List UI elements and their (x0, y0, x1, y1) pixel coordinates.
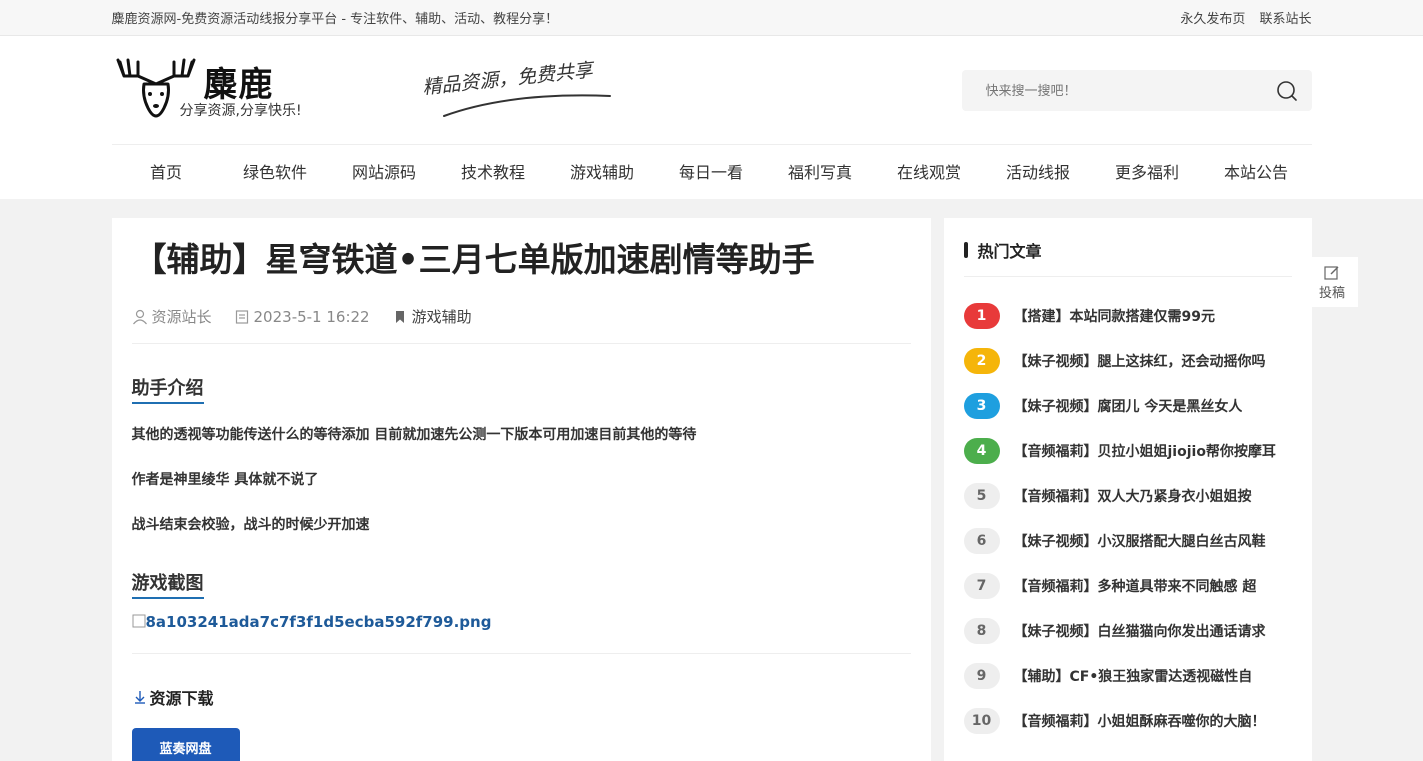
download-section-title: 资源下载 (132, 685, 911, 709)
nav-home[interactable]: 首页 (112, 145, 221, 199)
list-item: 1 【搭建】本站同款搭建仅需99元 (963, 293, 1292, 338)
nav-photos[interactable]: 福利写真 (766, 145, 875, 199)
article-content: 助手介绍 其他的透视等功能传送什么的等待添加 目前就加速先公测一下版本可用加速目… (131, 344, 911, 761)
category[interactable]: 游戏辅助 (392, 306, 472, 327)
article-meta: 资源站长 2023-5-1 16:22 游戏辅助 (131, 306, 911, 344)
contact-admin-link[interactable]: 联系站长 (1259, 12, 1311, 27)
user-icon (132, 309, 147, 324)
nav-daily[interactable]: 每日一看 (657, 145, 766, 199)
hot-article-link[interactable]: 【妹子视频】白丝猫猫向你发出通话请求 (1014, 621, 1266, 641)
search-icon (1276, 80, 1297, 101)
article: 【辅助】星穹铁道•三月七单版加速剧情等助手 资源站长 2023-5-1 16:2… (111, 218, 931, 761)
site-tagline: 麋鹿资源网-免费资源活动线报分享平台 - 专注软件、辅助、活动、教程分享！ (111, 12, 559, 27)
header: 麋鹿 分享资源,分享快乐! 精品资源，免费共享 首页 绿色软件 网站源码 技术教… (0, 36, 1423, 199)
hot-title-text: 热门文章 (977, 242, 1042, 261)
top-bar: 麋鹿资源网-免费资源活动线报分享平台 - 专注软件、辅助、活动、教程分享！ 永久… (0, 0, 1423, 36)
nav-watch-online[interactable]: 在线观赏 (875, 145, 984, 199)
list-item: 2 【妹子视频】腿上这抹红，还会动摇你吗 (963, 338, 1292, 383)
nav-game-assist[interactable]: 游戏辅助 (548, 145, 657, 199)
rank-badge: 2 (963, 347, 1000, 374)
search-box (961, 70, 1312, 111)
list-item: 5 【音频福莉】双人大乃紧身衣小姐姐按 (963, 473, 1292, 518)
nav-site-source[interactable]: 网站源码 (330, 145, 439, 199)
section-heading-screenshots: 游戏截图 (131, 569, 204, 599)
list-item: 10 【音频福莉】小姐姐酥麻吞噬你的大脑！ (963, 698, 1292, 743)
list-item: 8 【妹子视频】白丝猫猫向你发出通话请求 (963, 608, 1292, 653)
image-alt-text: 8a103241ada7c7f3f1d5ecba592f799.png (145, 613, 492, 631)
main-nav: 首页 绿色软件 网站源码 技术教程 游戏辅助 每日一看 福利写真 在线观赏 活动… (111, 144, 1312, 199)
list-item: 6 【妹子视频】小汉服搭配大腿白丝古风鞋 (963, 518, 1292, 563)
author[interactable]: 资源站长 (132, 306, 212, 327)
hot-article-link[interactable]: 【辅助】CF•狼王独家雷达透视磁性自 (1014, 666, 1253, 686)
lanzou-download-button[interactable]: 蓝奏网盘 (131, 728, 240, 761)
submit-post-button[interactable]: 投稿 (1306, 257, 1358, 307)
rank-badge: 6 (963, 527, 1000, 554)
logo-subtitle: 分享资源,分享快乐! (179, 103, 302, 119)
paragraph: 其他的透视等功能传送什么的等待添加 目前就加速先公测一下版本可用加速目前其他的等… (131, 427, 697, 443)
content-area: 【辅助】星穹铁道•三月七单版加速剧情等助手 资源站长 2023-5-1 16:2… (111, 218, 1312, 761)
list-item: 7 【音频福莉】多种道具带来不同触感 超 (963, 563, 1292, 608)
rank-badge: 7 (963, 572, 1000, 599)
permanent-release-link[interactable]: 永久发布页 (1180, 12, 1245, 27)
rank-badge: 9 (963, 662, 1000, 689)
hot-article-link[interactable]: 【音频福莉】多种道具带来不同触感 超 (1014, 576, 1257, 596)
calendar-icon (235, 309, 248, 324)
hot-article-link[interactable]: 【妹子视频】腿上这抹红，还会动摇你吗 (1014, 351, 1266, 371)
rank-badge: 1 (963, 302, 1000, 329)
rank-badge: 10 (963, 707, 1000, 734)
category-name: 游戏辅助 (411, 308, 472, 326)
list-item: 4 【音频福莉】贝拉小姐姐jiojio帮你按摩耳 (963, 428, 1292, 473)
nav-green-software[interactable]: 绿色软件 (221, 145, 330, 199)
publish-date: 2023-5-1 16:22 (234, 308, 370, 326)
article-title: 【辅助】星穹铁道•三月七单版加速剧情等助手 (133, 240, 815, 279)
download-icon (134, 691, 145, 704)
site-logo[interactable]: 麋鹿 分享资源,分享快乐! (116, 54, 306, 120)
rank-badge: 8 (963, 617, 1000, 644)
bookmark-icon (395, 310, 404, 323)
brush-stroke-icon (442, 94, 611, 117)
nav-tutorials[interactable]: 技术教程 (439, 145, 548, 199)
rank-badge: 3 (963, 392, 1000, 419)
section-heading-intro: 助手介绍 (131, 374, 204, 404)
search-input[interactable] (961, 83, 1262, 98)
heading-bar (963, 242, 968, 258)
logo-text: 麋鹿 (203, 65, 274, 105)
rank-badge: 4 (963, 437, 1000, 464)
submit-label: 投稿 (1318, 285, 1345, 301)
nav-deals[interactable]: 活动线报 (984, 145, 1093, 199)
hot-articles-heading: 热门文章 (963, 238, 1292, 277)
date-text: 2023-5-1 16:22 (253, 307, 370, 326)
author-name: 资源站长 (151, 308, 212, 326)
screenshot-image-link[interactable]: 8a103241ada7c7f3f1d5ecba592f799.png (131, 613, 911, 654)
hot-article-link[interactable]: 【妹子视频】小汉服搭配大腿白丝古风鞋 (1014, 531, 1266, 551)
search-button[interactable] (1262, 70, 1312, 111)
hot-articles-list: 1 【搭建】本站同款搭建仅需99元 2 【妹子视频】腿上这抹红，还会动摇你吗 3 【妹… (963, 293, 1292, 743)
hot-article-link[interactable]: 【音频福莉】小姐姐酥麻吞噬你的大脑！ (1014, 711, 1266, 731)
download-title-text: 资源下载 (149, 689, 214, 708)
slogan-banner: 精品资源，免费共享 (420, 58, 620, 128)
hot-article-link[interactable]: 【音频福莉】贝拉小姐姐jiojio帮你按摩耳 (1014, 441, 1276, 461)
edit-icon (1324, 265, 1339, 280)
hot-article-link[interactable]: 【搭建】本站同款搭建仅需99元 (1014, 306, 1215, 326)
hot-article-link[interactable]: 【音频福莉】双人大乃紧身衣小姐姐按 (1014, 486, 1252, 506)
paragraph: 作者是神里绫华 具体就不说了 (131, 472, 319, 488)
nav-more[interactable]: 更多福利 (1093, 145, 1202, 199)
broken-image-icon (132, 614, 145, 628)
sidebar: 热门文章 1 【搭建】本站同款搭建仅需99元 2 【妹子视频】腿上这抹红，还会动摇你… (943, 218, 1312, 761)
nav-announcements[interactable]: 本站公告 (1202, 145, 1311, 199)
rank-badge: 5 (963, 482, 1000, 509)
list-item: 3 【妹子视频】腐团儿 今天是黑丝女人 (963, 383, 1292, 428)
hot-article-link[interactable]: 【妹子视频】腐团儿 今天是黑丝女人 (1014, 396, 1243, 416)
paragraph: 战斗结束会校验，战斗的时候少开加速 (131, 517, 370, 533)
list-item: 9 【辅助】CF•狼王独家雷达透视磁性自 (963, 653, 1292, 698)
